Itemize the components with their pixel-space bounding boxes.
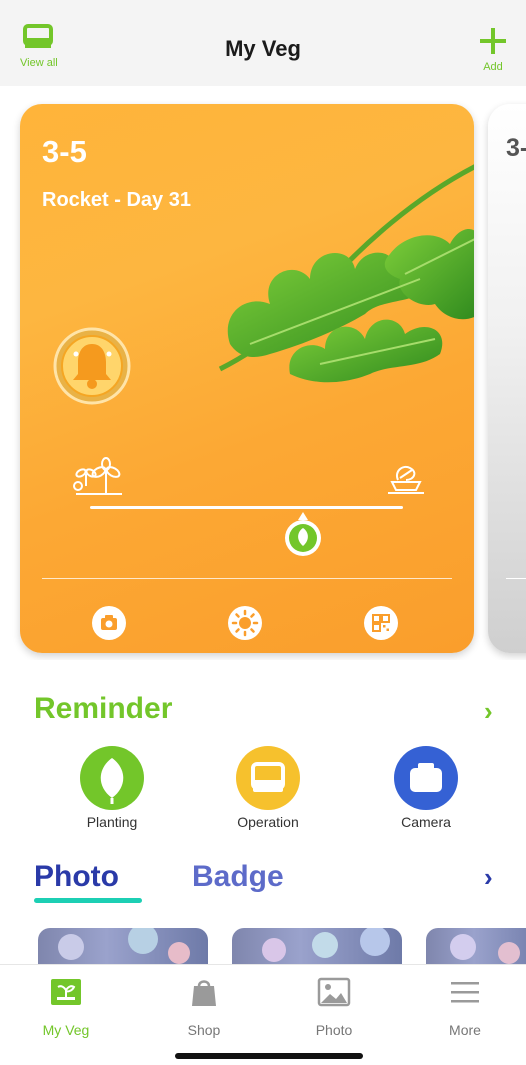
photo-thumbnail[interactable] bbox=[232, 928, 402, 968]
qr-code-icon bbox=[372, 614, 390, 632]
reminder-operation-label: Operation bbox=[237, 814, 299, 830]
veg-card-next[interactable]: 3- bbox=[488, 104, 526, 653]
harvest-icon bbox=[388, 466, 424, 494]
planter-icon bbox=[51, 979, 81, 1005]
veg-card[interactable]: 3-5 Rocket - Day 31 bbox=[20, 104, 474, 653]
reminder-title: Reminder bbox=[34, 692, 173, 725]
top-header: View all My Veg Add bbox=[0, 0, 526, 86]
bell-icon[interactable] bbox=[52, 326, 132, 406]
tabbar-my-veg-label: My Veg bbox=[42, 1022, 90, 1038]
leaf-icon bbox=[100, 758, 124, 804]
photo-thumbnail[interactable] bbox=[38, 928, 208, 968]
media-more-arrow[interactable]: › bbox=[484, 862, 493, 893]
tabbar-photo-label: Photo bbox=[315, 1022, 353, 1038]
card-camera-button[interactable] bbox=[92, 606, 126, 640]
tabbar-more-label: More bbox=[449, 1022, 481, 1038]
growth-progress-track bbox=[90, 506, 403, 509]
growth-marker-icon bbox=[285, 512, 321, 556]
device-icon bbox=[251, 762, 285, 792]
card-slot-number: 3-5 bbox=[42, 134, 87, 169]
image-icon bbox=[317, 977, 351, 1007]
rocket-leaves-image bbox=[218, 164, 474, 383]
card-slot-number: 3- bbox=[506, 134, 526, 162]
add-button[interactable]: Add bbox=[476, 26, 510, 76]
reminder-camera-button[interactable]: Camera bbox=[376, 746, 476, 830]
add-label: Add bbox=[483, 61, 503, 73]
page-title: My Veg bbox=[225, 36, 301, 61]
menu-icon bbox=[451, 982, 479, 1003]
tabbar-my-veg[interactable]: My Veg bbox=[16, 977, 116, 1038]
tabbar-photo[interactable]: Photo bbox=[284, 977, 384, 1038]
light-icon bbox=[231, 609, 259, 637]
tabbar-shop[interactable]: Shop bbox=[154, 977, 254, 1038]
tab-photo[interactable]: Photo bbox=[34, 860, 119, 894]
card-light-button[interactable] bbox=[228, 606, 262, 640]
reminder-planting-label: Planting bbox=[86, 814, 138, 830]
reminder-camera-label: Camera bbox=[401, 814, 451, 830]
bottom-tab-bar: My Veg Shop Photo More bbox=[0, 964, 526, 1065]
camera-icon bbox=[101, 615, 117, 630]
shopping-bag-icon bbox=[192, 980, 216, 1006]
veg-card-carousel[interactable]: 3-5 Rocket - Day 31 3 bbox=[0, 100, 526, 660]
tabbar-shop-label: Shop bbox=[187, 1022, 221, 1038]
card-plant-day: Rocket - Day 31 bbox=[42, 189, 191, 211]
reminder-more-arrow[interactable]: › bbox=[484, 696, 493, 727]
card-divider bbox=[42, 578, 452, 579]
reminder-planting-button[interactable]: Planting bbox=[62, 746, 162, 830]
card-divider bbox=[506, 578, 526, 579]
seedling-icon bbox=[73, 457, 122, 495]
active-tab-underline bbox=[34, 898, 142, 903]
camera-icon bbox=[410, 763, 442, 792]
tab-badge[interactable]: Badge bbox=[192, 860, 284, 894]
card-qr-button[interactable] bbox=[364, 606, 398, 640]
photo-thumbnail[interactable] bbox=[426, 928, 526, 968]
reminder-operation-button[interactable]: Operation bbox=[218, 746, 318, 830]
home-indicator bbox=[175, 1053, 363, 1059]
plus-icon bbox=[480, 28, 506, 54]
tabbar-more[interactable]: More bbox=[415, 977, 515, 1038]
